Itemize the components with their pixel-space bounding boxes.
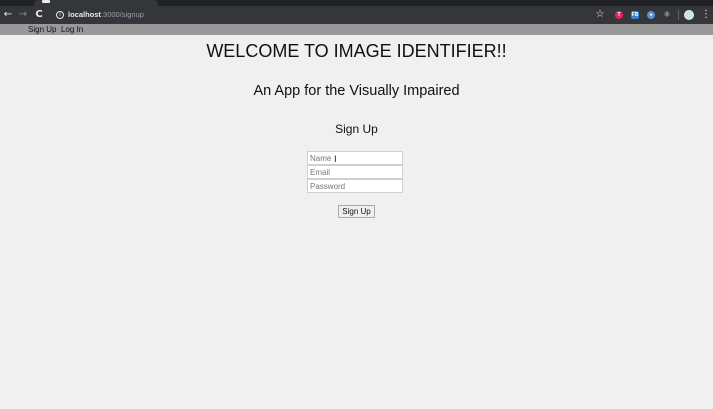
- profile-avatar-icon[interactable]: [684, 10, 694, 20]
- back-arrow-icon[interactable]: ←: [1, 6, 15, 24]
- address-bar[interactable]: i localhost:3000/signup: [50, 8, 615, 22]
- nav-signup-link[interactable]: Sign Up: [28, 24, 56, 35]
- browser-menu-icon[interactable]: ⋮: [701, 6, 711, 24]
- name-field[interactable]: [307, 151, 403, 165]
- site-info-icon[interactable]: i: [56, 11, 64, 19]
- signup-submit-button[interactable]: Sign Up: [338, 205, 375, 218]
- react-devtools-icon[interactable]: ⚛: [663, 11, 671, 19]
- reload-icon[interactable]: C: [32, 6, 46, 24]
- browser-toolbar: ← → C i localhost:3000/signup ☆ T FB ● ⚛…: [0, 6, 713, 24]
- page-subtitle: An App for the Visually Impaired: [253, 83, 460, 99]
- email-field[interactable]: [307, 165, 403, 179]
- bookmark-star-icon[interactable]: ☆: [594, 6, 606, 24]
- tab-favicon: [42, 0, 50, 3]
- password-field[interactable]: [307, 179, 403, 193]
- signup-form-heading: Sign Up: [335, 122, 378, 136]
- url-path: :3000/signup: [100, 10, 144, 19]
- page-nav-bar: Sign Up Log In: [0, 24, 713, 35]
- nav-login-link[interactable]: Log In: [61, 24, 83, 35]
- extension-blue-icon[interactable]: ●: [647, 11, 655, 19]
- extension-t-icon[interactable]: T: [615, 11, 623, 19]
- url-text[interactable]: localhost:3000/signup: [68, 8, 144, 22]
- toolbar-divider: [678, 10, 679, 20]
- text-cursor-icon: I: [334, 155, 337, 165]
- extension-fb-icon[interactable]: FB: [631, 11, 639, 19]
- forward-arrow-icon[interactable]: →: [16, 6, 30, 24]
- url-host: localhost: [68, 10, 101, 19]
- page-title: WELCOME TO IMAGE IDENTIFIER!!: [206, 41, 507, 61]
